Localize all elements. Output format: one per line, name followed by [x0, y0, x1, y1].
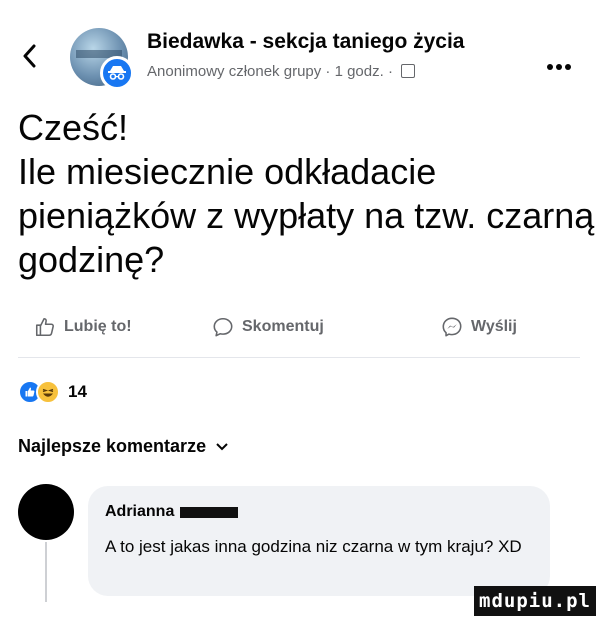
- send-button[interactable]: Wyślij: [441, 312, 517, 342]
- chevron-down-icon: [216, 439, 228, 454]
- comment-sort-label: Najlepsze komentarze: [18, 436, 207, 456]
- thread-line: [45, 542, 47, 602]
- post-line: pieniążków z wypłaty na tzw. czarną: [18, 195, 595, 236]
- send-label: Wyślij: [471, 318, 517, 335]
- comment-button[interactable]: Skomentuj: [212, 312, 324, 342]
- post-line: Ile miesiecznie odkładacie: [18, 151, 437, 192]
- commenter-avatar[interactable]: [18, 484, 74, 540]
- like-button[interactable]: Lubię to!: [34, 312, 132, 342]
- post-body: Cześć! Ile miesiecznie odkładacie pienią…: [18, 106, 595, 282]
- anonymous-member-badge: [100, 56, 134, 90]
- haha-reaction-icon: [36, 380, 60, 404]
- like-label: Lubię to!: [64, 318, 132, 335]
- messenger-icon: [442, 317, 462, 337]
- more-options-icon: [547, 64, 571, 70]
- more-options-button[interactable]: [546, 48, 572, 76]
- group-visibility-icon: [401, 64, 416, 78]
- group-name[interactable]: Biedawka - sekcja taniego życia: [147, 30, 464, 54]
- post-line: godzinę?: [18, 239, 165, 280]
- comment-sort-dropdown[interactable]: Najlepsze komentarze: [18, 436, 228, 457]
- comment-icon: [213, 317, 233, 337]
- comment-label: Skomentuj: [242, 318, 324, 335]
- chevron-left-icon: [23, 44, 36, 68]
- comment-author[interactable]: Adrianna: [105, 503, 239, 521]
- divider: [18, 357, 580, 358]
- back-button[interactable]: [22, 40, 36, 74]
- post-meta-text: Anonimowy członek grupy · 1 godz. ·: [147, 63, 393, 80]
- thumbs-up-icon: [35, 317, 54, 337]
- watermark: mdupiu.pl: [474, 586, 596, 616]
- reactions-summary[interactable]: 14: [18, 380, 87, 404]
- post-line: Cześć!: [18, 107, 129, 148]
- redacted-surname: [180, 506, 239, 518]
- reaction-count: 14: [68, 382, 87, 401]
- comment-text: A to jest jakas inna godzina niz czarna …: [105, 537, 522, 556]
- anonymous-icon: [108, 66, 126, 80]
- comment-author-name: Adrianna: [105, 503, 175, 520]
- post-meta: Anonimowy członek grupy · 1 godz. ·: [147, 63, 416, 80]
